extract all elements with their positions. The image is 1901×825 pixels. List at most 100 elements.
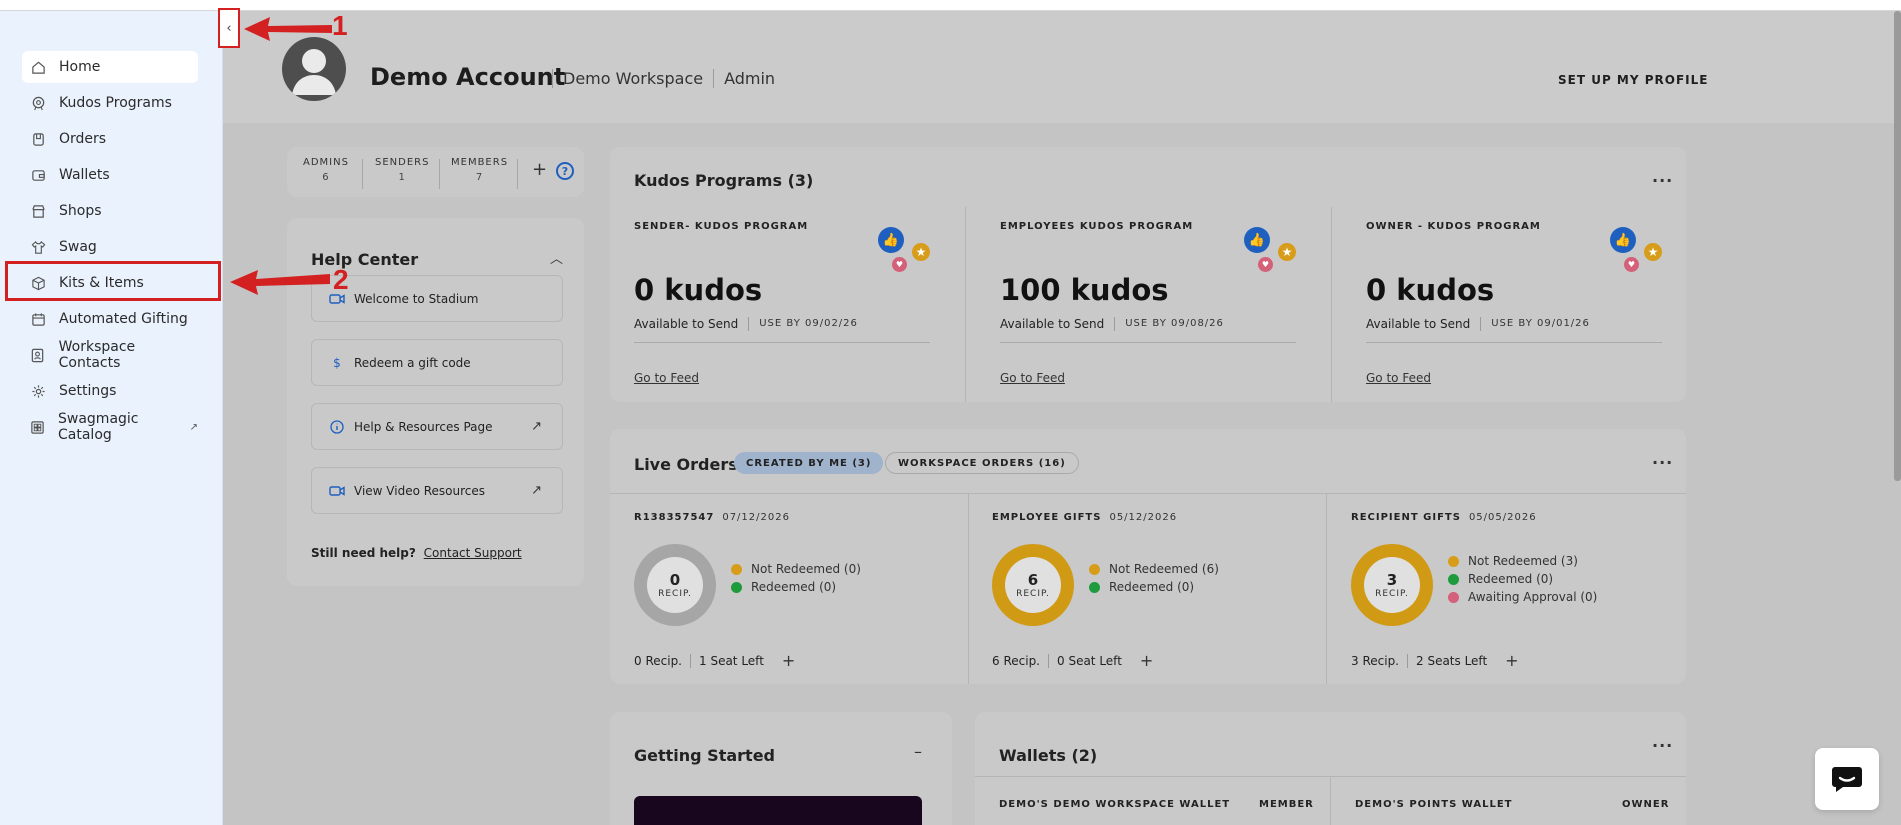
go-to-feed-link[interactable]: Go to Feed (1366, 371, 1431, 385)
sidebar-item-label: Swagmagic Catalog (58, 411, 139, 443)
welcome-to-stadium-button[interactable]: Welcome to Stadium (311, 275, 563, 322)
divider (362, 159, 363, 189)
sidebar-item-orders[interactable]: Orders (22, 123, 198, 155)
more-options-icon[interactable]: ··· (1652, 453, 1673, 472)
set-up-profile-link[interactable]: SET UP MY PROFILE (1558, 73, 1708, 87)
senders-count[interactable]: SENDERS 1 (375, 157, 429, 183)
legend-item: Not Redeemed (0) (731, 560, 861, 578)
orders-icon (30, 131, 46, 147)
view-video-resources-button[interactable]: View Video Resources ↗ (311, 467, 563, 514)
kudos-amount: 100 kudos (1000, 273, 1169, 307)
sidebar-item-shops[interactable]: Shops (22, 195, 198, 227)
admins-count[interactable]: ADMINS 6 (303, 157, 349, 183)
order-name: RECIPIENT GIFTS (1351, 512, 1461, 523)
annotation-arrow (230, 270, 330, 295)
help-item-label: View Video Resources (354, 483, 486, 498)
top-strip (0, 0, 1901, 11)
legend-dot (731, 563, 742, 575)
legend-item: Redeemed (0) (731, 578, 861, 596)
star-icon: ★ (910, 241, 932, 263)
thumbs-up-icon: 👍 (1610, 227, 1636, 253)
order-summary[interactable]: R138357547 07/12/2026 0 RECIP. Not Redeeme… (634, 494, 974, 684)
wallet-name[interactable]: DEMO'S DEMO WORKSPACE WALLET (999, 799, 1230, 810)
members-label: MEMBERS (451, 157, 509, 168)
sidebar-item-kudos-programs[interactable]: Kudos Programs (22, 87, 198, 119)
legend-label: Redeemed (0) (1468, 572, 1554, 586)
seats-left: 2 Seats Left (1407, 653, 1487, 668)
legend-label: Redeemed (0) (1109, 580, 1195, 594)
help-resources-page-button[interactable]: Help & Resources Page ↗ (311, 403, 563, 450)
legend-label: Awaiting Approval (0) (1468, 590, 1598, 604)
go-to-feed-link[interactable]: Go to Feed (634, 371, 699, 385)
recipients-donut: 3 RECIP. (1351, 544, 1433, 626)
sidebar-item-label: Settings (59, 383, 117, 399)
wallet-name[interactable]: DEMO'S POINTS WALLET (1355, 799, 1512, 810)
order-summary[interactable]: EMPLOYEE GIFTS 05/12/2026 6 RECIP. Not Red… (992, 494, 1332, 684)
star-icon: ★ (1276, 241, 1298, 263)
wallet-role: OWNER (1622, 799, 1670, 810)
senders-value: 1 (398, 172, 406, 183)
recipients-total: 6 Recip. (992, 653, 1040, 668)
order-legend: Not Redeemed (0) Redeemed (0) (731, 560, 861, 596)
sidebar-item-label: Wallets (59, 167, 110, 183)
chevron-left-icon: ‹ (226, 20, 232, 36)
help-icon[interactable]: ? (556, 162, 574, 180)
recipient-count: 6 (1027, 570, 1039, 589)
add-recipient-button[interactable]: + (1140, 651, 1153, 670)
external-link-icon: ↗ (531, 483, 542, 498)
divider (439, 159, 440, 189)
main-content: Demo Account Demo Workspace Admin SET UP… (223, 11, 1901, 825)
kudos-reactions-icon: 👍 ★ ♥ (1610, 227, 1670, 277)
sidebar-item-settings[interactable]: Settings (22, 375, 198, 407)
legend-item: Awaiting Approval (0) (1448, 588, 1597, 606)
collapse-sidebar-button[interactable]: ‹ (218, 8, 240, 48)
help-item-label: Welcome to Stadium (354, 291, 479, 306)
recipients-donut: 6 RECIP. (992, 544, 1074, 626)
redeem-gift-code-button[interactable]: $ Redeem a gift code (311, 339, 563, 386)
sidebar-item-label: Automated Gifting (59, 311, 188, 327)
kudos-amount: 0 kudos (634, 273, 763, 307)
more-options-icon[interactable]: ··· (1652, 171, 1673, 190)
contact-support-link[interactable]: Contact Support (424, 546, 522, 560)
tab-workspace-orders[interactable]: WORKSPACE ORDERS (16) (885, 452, 1079, 474)
kudos-availability: Available to Send USE BY 09/02/26 (634, 317, 858, 331)
minimize-button[interactable]: – (914, 742, 922, 761)
legend-dot (1089, 563, 1100, 575)
add-recipient-button[interactable]: + (782, 651, 795, 670)
order-footer: 6 Recip. 0 Seat Left + (992, 651, 1153, 670)
order-footer: 0 Recip. 1 Seat Left + (634, 651, 795, 670)
order-summary[interactable]: RECIPIENT GIFTS 05/05/2026 3 RECIP. Not Re… (1351, 494, 1691, 684)
divider (1331, 207, 1332, 402)
legend-dot (1448, 573, 1459, 585)
help-item-label: Redeem a gift code (354, 355, 471, 370)
tab-created-by-me[interactable]: CREATED BY ME (3) (734, 452, 884, 474)
members-count[interactable]: MEMBERS 7 (451, 157, 508, 183)
avatar[interactable] (282, 37, 346, 101)
divider (634, 342, 930, 343)
recipient-count: 3 (1386, 570, 1398, 589)
chevron-up-icon[interactable]: ︿ (550, 248, 563, 267)
kudos-program-column: SENDER- KUDOS PROGRAM 👍 ★ ♥ 0 kudos Availa… (634, 207, 934, 397)
sidebar-item-wallets[interactable]: Wallets (22, 159, 198, 191)
chat-button[interactable] (1815, 748, 1879, 810)
kudos-icon (30, 95, 46, 111)
gear-icon (30, 383, 46, 399)
sidebar-item-swagmagic-catalog[interactable]: Swagmagic Catalog ↗ (22, 411, 198, 443)
sidebar-item-swag[interactable]: Swag (22, 231, 198, 263)
divider (965, 207, 966, 402)
sidebar-item-automated-gifting[interactable]: Automated Gifting (22, 303, 198, 335)
order-name: R138357547 (634, 512, 715, 523)
getting-started-video[interactable] (634, 796, 922, 825)
shirt-icon (30, 239, 46, 255)
sidebar-item-home[interactable]: Home (22, 51, 198, 83)
go-to-feed-link[interactable]: Go to Feed (1000, 371, 1065, 385)
recip-label: RECIP. (1016, 588, 1050, 599)
kudos-program-name: SENDER- KUDOS PROGRAM (634, 221, 809, 232)
more-options-icon[interactable]: ··· (1652, 736, 1673, 755)
use-by-date: USE BY 09/02/26 (748, 317, 858, 331)
external-link-icon: ↗ (189, 421, 198, 433)
scrollbar[interactable] (1894, 11, 1901, 481)
add-recipient-button[interactable]: + (1505, 651, 1518, 670)
sidebar-item-workspace-contacts[interactable]: Workspace Contacts (22, 339, 198, 371)
add-member-button[interactable]: + (532, 159, 547, 180)
